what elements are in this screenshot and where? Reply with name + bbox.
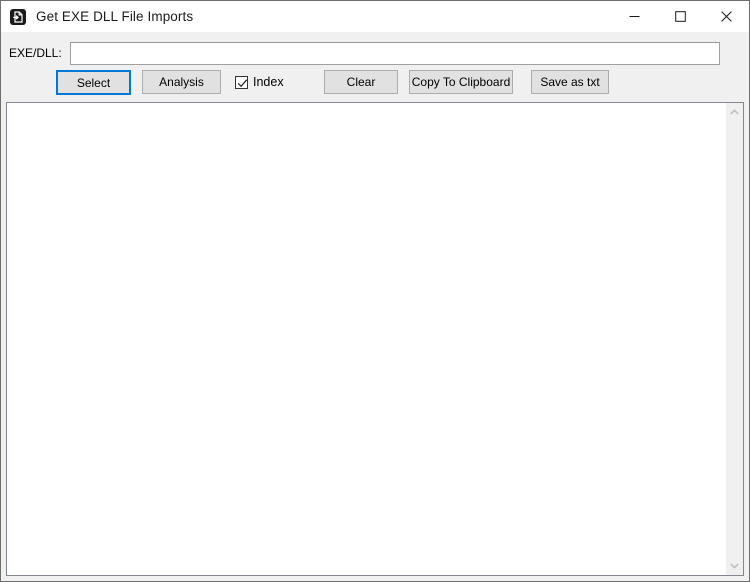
maximize-icon xyxy=(674,11,686,22)
index-checkbox-label: Index xyxy=(253,75,284,89)
exe-dll-label: EXE/DLL: xyxy=(9,46,62,60)
scroll-up-button[interactable] xyxy=(726,103,743,121)
analysis-button[interactable]: Analysis xyxy=(142,70,221,94)
index-checkbox-group[interactable]: Index xyxy=(235,72,284,92)
file-field-row: EXE/DLL: xyxy=(1,41,720,65)
maximize-button[interactable] xyxy=(657,1,703,32)
index-checkbox[interactable] xyxy=(235,75,248,89)
scrollbar-track[interactable] xyxy=(726,121,743,557)
minimize-icon xyxy=(629,16,639,17)
clear-button[interactable]: Clear xyxy=(324,70,398,94)
output-text-area[interactable] xyxy=(7,103,725,575)
close-button[interactable] xyxy=(703,1,749,32)
minimize-button[interactable] xyxy=(611,1,657,32)
output-scrollbar[interactable] xyxy=(725,103,743,575)
chevron-down-icon xyxy=(730,563,739,569)
chevron-up-icon xyxy=(730,109,739,115)
select-button[interactable]: Select xyxy=(56,70,131,95)
app-import-icon xyxy=(9,8,27,26)
checkmark-icon xyxy=(237,78,248,87)
toolbar: EXE/DLL: Select Analysis Index Clear Cop… xyxy=(1,32,749,102)
output-panel xyxy=(6,102,744,576)
exe-dll-path-input[interactable] xyxy=(69,41,720,65)
save-as-txt-button[interactable]: Save as txt xyxy=(531,70,609,94)
app-window: Get EXE DLL File Imports EXE/DLL: Select… xyxy=(0,0,750,582)
close-icon xyxy=(720,11,732,22)
caption-button-group xyxy=(611,1,749,32)
copy-to-clipboard-button[interactable]: Copy To Clipboard xyxy=(409,70,513,94)
title-bar[interactable]: Get EXE DLL File Imports xyxy=(1,1,749,32)
scroll-down-button[interactable] xyxy=(726,557,743,575)
window-title: Get EXE DLL File Imports xyxy=(36,9,194,24)
